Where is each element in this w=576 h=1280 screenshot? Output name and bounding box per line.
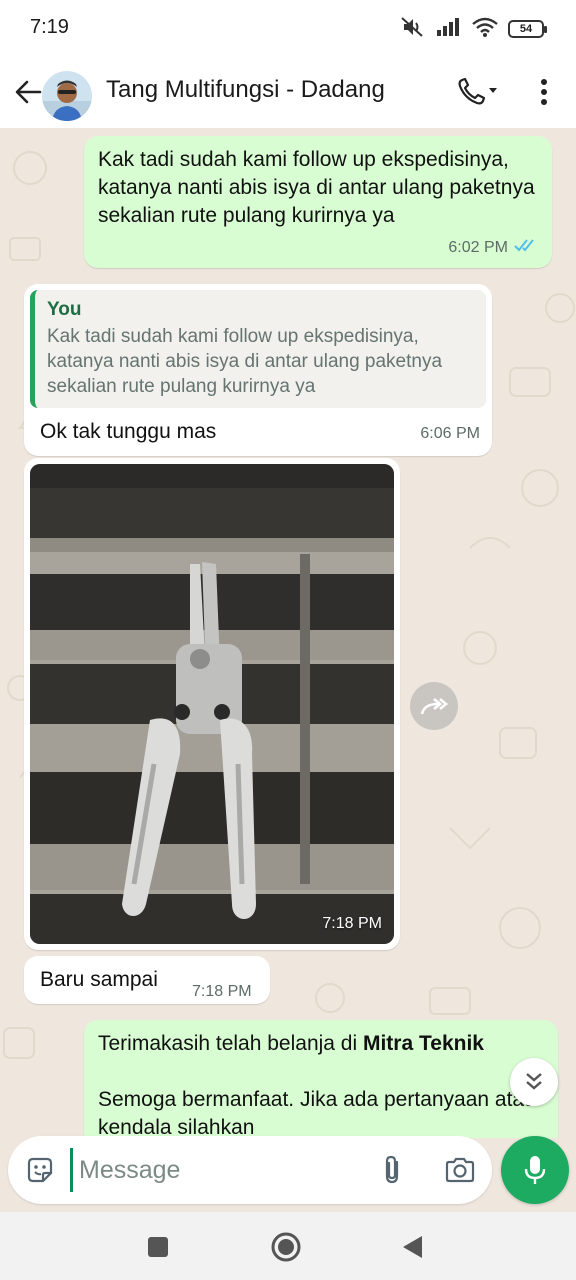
- quote-text: Kak tadi sudah kami follow up ekspedisin…: [47, 326, 443, 397]
- message-outgoing[interactable]: Kak tadi sudah kami follow up ekspedisin…: [84, 136, 552, 268]
- message-time: 6:02 PM: [448, 239, 508, 256]
- message-outgoing[interactable]: Terimakasih telah belanja di Mitra Tekni…: [84, 1020, 558, 1138]
- pliers-photo: [30, 464, 394, 944]
- message-text-line2: Semoga bermanfaat. Jika ada pertanyaan a…: [98, 1088, 536, 1138]
- message-text: Baru sampai: [40, 968, 158, 991]
- attach-icon[interactable]: [374, 1152, 410, 1188]
- message-text-bold: Mitra Teknik: [362, 1032, 484, 1055]
- sticker-icon[interactable]: [22, 1152, 58, 1188]
- voice-call-icon[interactable]: [456, 74, 506, 110]
- quote-author: You: [47, 299, 82, 320]
- message-time: 7:18 PM: [192, 983, 252, 1000]
- message-text: Ok tak tunggu mas: [40, 420, 217, 443]
- message-meta: 6:02 PM: [448, 234, 538, 262]
- message-time: 6:06 PM: [420, 425, 480, 442]
- home-icon[interactable]: [269, 1230, 303, 1264]
- message-input[interactable]: [70, 1148, 360, 1192]
- forward-icon[interactable]: [410, 682, 458, 730]
- more-vert-icon[interactable]: [526, 72, 562, 112]
- status-time: 7:19: [30, 16, 69, 38]
- back-icon[interactable]: [395, 1230, 429, 1264]
- mic-button[interactable]: [501, 1136, 569, 1204]
- photo-attachment[interactable]: 7:18 PM: [30, 464, 394, 944]
- message-incoming-image[interactable]: 7:18 PM: [24, 458, 400, 950]
- message-time: 7:18 PM: [322, 915, 382, 932]
- read-ticks-icon: [514, 234, 538, 262]
- message-incoming[interactable]: Baru sampai 7:18 PM: [24, 956, 270, 1004]
- message-text-prefix: Terimakasih telah belanja di: [98, 1032, 363, 1055]
- scroll-down-icon[interactable]: [510, 1058, 558, 1106]
- status-icons: 54: [400, 16, 547, 43]
- quoted-message[interactable]: You Kak tadi sudah kami follow up eksped…: [30, 290, 486, 408]
- mute-icon: [400, 16, 426, 43]
- avatar[interactable]: [42, 71, 92, 121]
- mic-icon: [524, 1156, 546, 1184]
- system-nav-bar: [0, 1212, 576, 1280]
- chat-area[interactable]: Kak tadi sudah kami follow up ekspedisin…: [0, 128, 576, 1138]
- message-text: Kak tadi sudah kami follow up ekspedisin…: [98, 148, 535, 227]
- battery-icon: 54: [508, 20, 547, 38]
- chat-header: Tang Multifungsi - Dadang: [0, 56, 576, 128]
- recents-icon[interactable]: [141, 1230, 175, 1264]
- contact-name[interactable]: Tang Multifungsi - Dadang: [106, 76, 385, 104]
- camera-icon[interactable]: [440, 1152, 480, 1188]
- status-bar: 7:19 54: [0, 0, 576, 56]
- message-incoming-reply[interactable]: You Kak tadi sudah kami follow up eksped…: [24, 284, 492, 456]
- signal-icon: [436, 17, 462, 42]
- message-text: Terimakasih telah belanja di Mitra Tekni…: [98, 1030, 544, 1058]
- message-composer: [8, 1136, 492, 1204]
- wifi-icon: [472, 17, 498, 42]
